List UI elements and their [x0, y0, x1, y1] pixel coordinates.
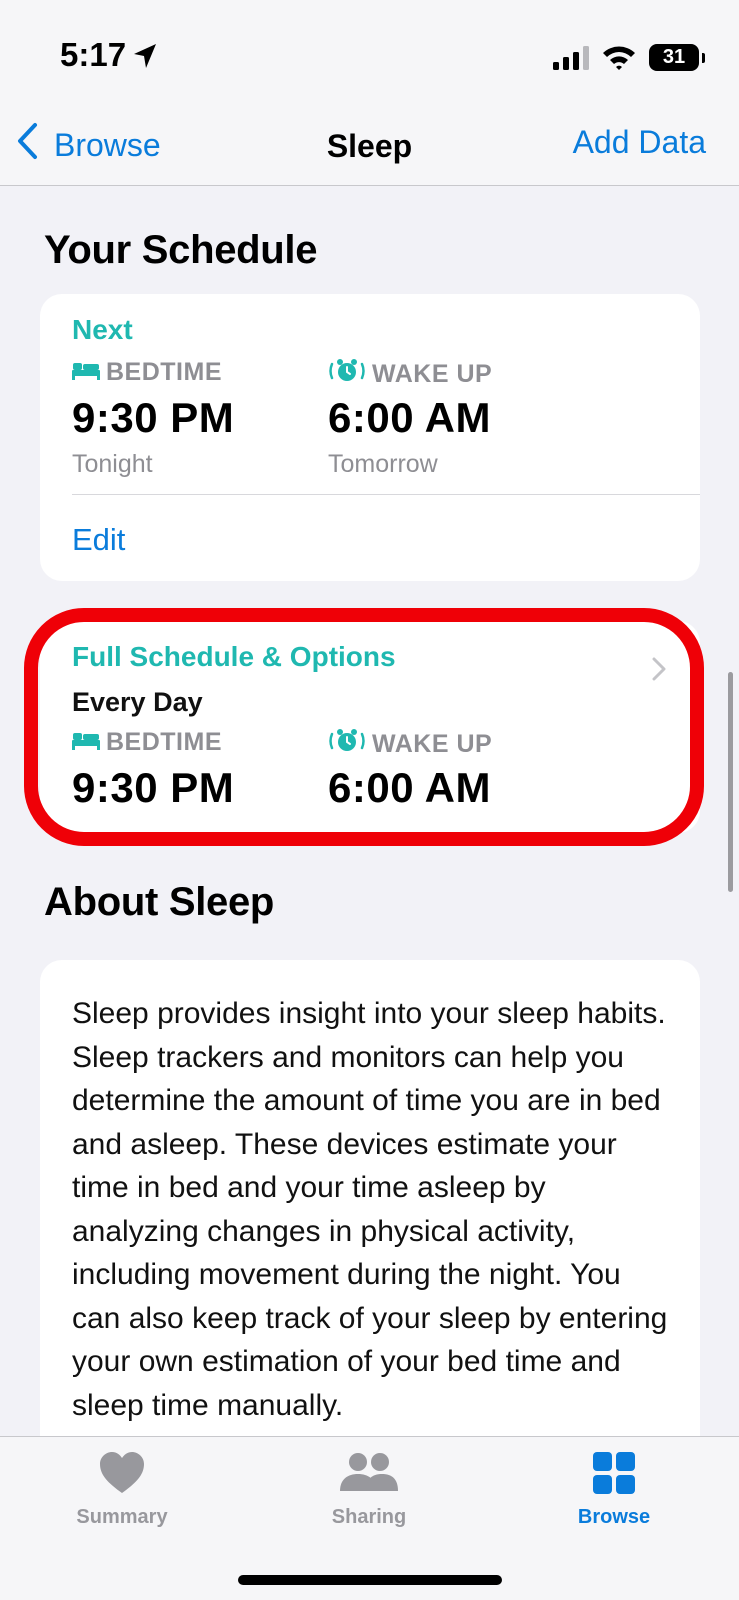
bedtime-label: BEDTIME [72, 358, 222, 387]
card-divider [72, 494, 700, 495]
tab-sharing-label: Sharing [331, 1506, 407, 1528]
alarm-clock-icon [328, 358, 372, 391]
next-wake-value: 6:00 AM [328, 394, 491, 441]
cellular-signal-icon [553, 46, 591, 75]
highlight-annotation [24, 608, 704, 846]
status-time: 5:17 [60, 36, 127, 73]
next-heading: Next [72, 314, 133, 345]
tab-browse-label: Browse [577, 1506, 651, 1528]
wake-up-label: WAKE UP [328, 358, 492, 391]
home-indicator[interactable] [238, 1575, 502, 1585]
about-section-title: About Sleep [44, 880, 275, 924]
grid-icon [592, 1452, 636, 1499]
battery-icon: 31 [649, 44, 705, 71]
next-bedtime-day: Tonight [72, 450, 153, 478]
next-wake-day: Tomorrow [328, 450, 438, 478]
tab-sharing[interactable]: Sharing [289, 1451, 449, 1529]
schedule-section-title: Your Schedule [44, 228, 318, 272]
add-data-button[interactable]: Add Data [573, 124, 706, 161]
wifi-icon [601, 43, 637, 76]
people-icon [338, 1453, 400, 1499]
tab-summary-label: Summary [76, 1506, 168, 1528]
location-arrow-icon [132, 42, 158, 75]
tab-summary[interactable]: Summary [42, 1451, 202, 1529]
next-schedule-card: Next BEDTIME 9:30 PM Tonight WAKE UP 6:0… [40, 294, 700, 581]
navigation-bar: Browse Sleep Add Data [0, 110, 739, 186]
tab-browse[interactable]: Browse [534, 1451, 694, 1529]
bed-icon [72, 358, 106, 387]
about-body-text: Sleep provides insight into your sleep h… [72, 997, 668, 1422]
scroll-indicator[interactable] [728, 672, 733, 892]
edit-button[interactable]: Edit [72, 522, 125, 558]
about-card: Sleep provides insight into your sleep h… [40, 960, 700, 1480]
next-bedtime-value: 9:30 PM [72, 394, 235, 441]
heart-icon [98, 1452, 146, 1499]
status-bar: 5:17 31 [0, 0, 739, 110]
